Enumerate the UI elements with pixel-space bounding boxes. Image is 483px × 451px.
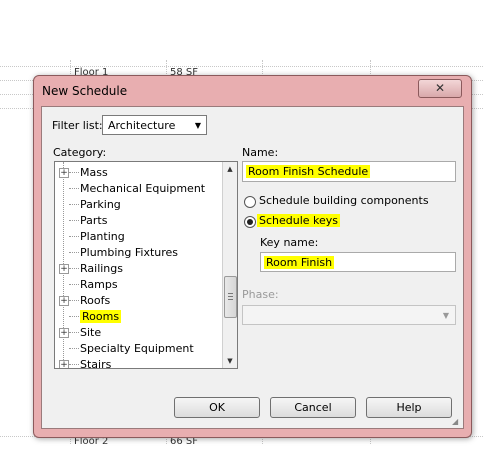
tree-item-mechanical-equipment[interactable]: Mechanical Equipment [55, 181, 225, 197]
chevron-down-icon: ▼ [194, 121, 201, 130]
tree-connector [69, 348, 79, 349]
dialog-body: Filter list: Architecture ▼ Category: + … [41, 106, 464, 429]
tree-connector [69, 236, 79, 237]
tree-item-site[interactable]: + Site [55, 325, 225, 341]
key-name-label: Key name: [260, 236, 319, 249]
tree-connector [69, 252, 79, 253]
tree-item-plumbing-fixtures[interactable]: Plumbing Fixtures [55, 245, 225, 261]
scroll-thumb[interactable] [224, 276, 237, 318]
tree-item-label: Parking [80, 198, 121, 211]
tree-item-label: Planting [80, 230, 125, 243]
new-schedule-dialog: New Schedule ✕ Filter list: Architecture… [33, 75, 472, 438]
category-scrollbar[interactable]: ▲ ▼ [222, 162, 237, 368]
tree-item-label: Parts [80, 214, 108, 227]
schedule-building-components-radio[interactable] [244, 196, 256, 208]
tree-item-planting[interactable]: Planting [55, 229, 225, 245]
tree-item-mass[interactable]: + Mass [55, 165, 225, 181]
tree-item-parts[interactable]: Parts [55, 213, 225, 229]
grip-line [228, 296, 233, 297]
tree-item-label: Roofs [80, 294, 111, 307]
name-input[interactable]: Room Finish Schedule [242, 161, 456, 182]
tree-item-label: Mass [80, 166, 108, 179]
tree-connector [69, 268, 79, 269]
key-name-input-value: Room Finish [264, 256, 335, 269]
expand-icon[interactable]: + [59, 264, 69, 274]
scroll-up-icon[interactable]: ▲ [223, 162, 237, 176]
phase-label: Phase: [242, 288, 279, 301]
schedule-building-components-label: Schedule building components [259, 194, 429, 207]
tree-item-label: Rooms [80, 310, 122, 323]
cancel-button[interactable]: Cancel [270, 397, 356, 418]
tree-item-ramps[interactable]: Ramps [55, 277, 225, 293]
grip-line [228, 299, 233, 300]
tree-item-roofs[interactable]: + Roofs [55, 293, 225, 309]
resize-grip-icon[interactable]: ◢ [452, 417, 462, 427]
dialog-title: New Schedule [42, 84, 128, 98]
schedule-keys-label: Schedule keys [257, 214, 341, 227]
filter-list-label: Filter list: [52, 119, 103, 132]
tree-connector [69, 364, 79, 365]
tree-item-railings[interactable]: + Railings [55, 261, 225, 277]
expand-icon[interactable]: + [59, 296, 69, 306]
expand-icon[interactable]: + [59, 168, 69, 178]
tree-connector [69, 284, 79, 285]
phase-dropdown[interactable]: ▼ [242, 305, 456, 325]
category-tree[interactable]: + Mass Mechanical Equipment Parking Part… [54, 161, 238, 369]
ok-button[interactable]: OK [174, 397, 260, 418]
tree-connector [69, 332, 79, 333]
tree-item-label: Ramps [80, 278, 118, 291]
tree-item-specialty-equipment[interactable]: Specialty Equipment [55, 341, 225, 357]
close-button[interactable]: ✕ [418, 79, 462, 98]
help-button[interactable]: Help [366, 397, 452, 418]
tree-connector [69, 188, 79, 189]
tree-item-parking[interactable]: Parking [55, 197, 225, 213]
tree-connector [69, 220, 79, 221]
tree-connector [69, 316, 79, 317]
expand-icon[interactable]: + [59, 360, 69, 368]
expand-icon[interactable]: + [59, 328, 69, 338]
tree-connector [69, 172, 79, 173]
tree-item-label: Specialty Equipment [80, 342, 194, 355]
filter-list-dropdown[interactable]: Architecture ▼ [102, 115, 207, 135]
tree-item-label: Site [80, 326, 102, 339]
tree-item-stairs[interactable]: + Stairs [55, 357, 225, 369]
name-label: Name: [242, 146, 279, 159]
close-icon: ✕ [434, 81, 446, 95]
tree-item-label: Mechanical Equipment [80, 182, 206, 195]
tree-item-label: Plumbing Fixtures [80, 246, 179, 259]
tree-item-label: Stairs [80, 358, 112, 369]
schedule-keys-radio[interactable] [244, 216, 256, 228]
category-label: Category: [53, 146, 107, 159]
tree-item-rooms[interactable]: Rooms [55, 309, 225, 325]
tree-item-label: Railings [80, 262, 123, 275]
key-name-input[interactable]: Room Finish [260, 252, 456, 272]
chevron-down-icon: ▼ [442, 311, 449, 320]
name-input-value: Room Finish Schedule [246, 165, 371, 178]
scroll-down-icon[interactable]: ▼ [223, 354, 237, 368]
tree-connector [69, 204, 79, 205]
filter-list-value: Architecture [108, 119, 176, 132]
grip-line [228, 293, 233, 294]
tree-connector [69, 300, 79, 301]
